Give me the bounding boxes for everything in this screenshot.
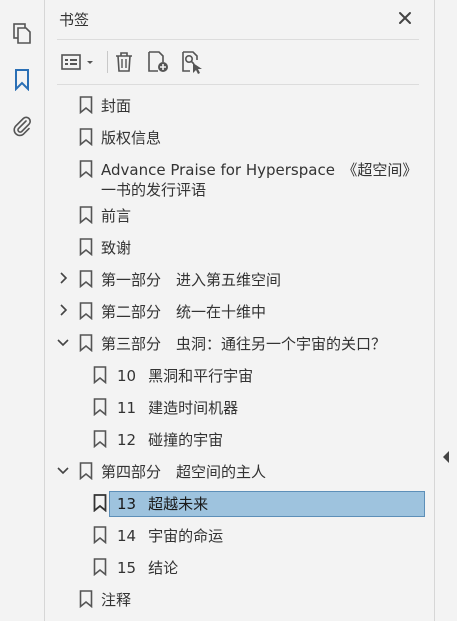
expand-toggle[interactable] [56,271,70,285]
panel-collapse-strip[interactable] [434,0,457,621]
bookmark-icon [15,69,29,91]
chapter-number: 14 [117,527,137,545]
bookmarks-window: 书签 封面 版权信息 Advance Praise for Hyperspace… [0,0,457,621]
bookmark-item[interactable]: 第一部分 进入第五维空间 [45,266,434,298]
collapse-toggle[interactable] [56,335,70,349]
bookmark-item[interactable]: 15 结论 [45,554,434,586]
chapter-number: 12 [117,431,137,449]
trash-icon [116,52,132,72]
bookmarks-panel-button[interactable] [8,66,36,94]
bookmark-item[interactable]: 10 黑洞和平行宇宙 [45,362,434,394]
bookmark-label: 第四部分 超空间的主人 [101,463,267,481]
chapter-number: 13 [117,495,137,513]
bookmark-label: Advance Praise for Hyperspace 《超空间》一书的发行… [101,161,418,199]
bookmark-label: 致谢 [101,239,132,257]
chevron-down-icon [57,339,69,347]
bookmarks-toolbar [59,48,421,76]
bookmark-label: 前言 [101,207,132,225]
bookmark-from-structure-button[interactable] [179,48,205,76]
bookmark-label: 建造时间机器 [148,399,239,417]
bookmark-icon [93,526,107,544]
bookmark-label: 黑洞和平行宇宙 [148,367,254,385]
bookmark-item[interactable]: 前言 [45,202,434,234]
divider [57,84,419,85]
bookmark-icon [79,334,93,352]
pages-panel-button[interactable] [8,20,36,48]
bookmark-item[interactable]: 第四部分 超空间的主人 [45,458,434,490]
bookmark-icon [79,238,93,256]
toolbar-divider [107,51,108,73]
bookmark-icon [79,96,93,114]
bookmark-icon [79,206,93,224]
bookmark-item[interactable]: 封面 [45,92,434,124]
close-panel-button[interactable] [395,8,415,28]
pages-icon [13,23,31,44]
bookmark-item[interactable]: 11 建造时间机器 [45,394,434,426]
bookmark-label: 版权信息 [101,129,162,147]
bookmark-icon [93,430,107,448]
attachment-icon [13,116,31,137]
bookmark-item[interactable]: 12 碰撞的宇宙 [45,426,434,458]
bookmarks-panel: 书签 封面 版权信息 Advance Praise for Hyperspace… [45,0,434,621]
new-bookmark-icon [148,51,168,72]
bookmark-icon [79,462,93,480]
collapse-arrow-icon[interactable] [441,450,451,464]
chapter-number: 11 [117,399,137,417]
bookmark-label: 第一部分 进入第五维空间 [101,271,282,289]
bookmark-label: 注释 [101,591,132,609]
chevron-right-icon [60,304,68,316]
bookmark-label: 碰撞的宇宙 [148,431,224,449]
bookmark-item[interactable]: 第二部分 统一在十维中 [45,298,434,330]
bookmark-item-selected[interactable]: 13 超越未来 [45,490,434,522]
new-bookmark-button[interactable] [145,48,171,76]
bookmark-icon [93,494,107,512]
panel-title: 书签 [59,11,90,29]
bookmark-label: 第二部分 统一在十维中 [101,303,267,321]
bookmark-search-icon [182,51,202,74]
bookmark-item[interactable]: 第三部分 虫洞：通往另一个宇宙的关口？ [45,330,434,362]
chevron-right-icon [60,272,68,284]
bookmark-icon [79,270,93,288]
list-options-icon [61,54,93,70]
bookmark-label: 宇宙的命运 [148,527,224,545]
bookmark-item[interactable]: Advance Praise for Hyperspace 《超空间》一书的发行… [45,156,434,202]
collapse-toggle[interactable] [56,463,70,477]
bookmark-icon [93,366,107,384]
navigation-rail [0,0,45,621]
expand-toggle[interactable] [56,303,70,317]
bookmark-label: 超越未来 [148,495,209,513]
bookmark-item[interactable]: 版权信息 [45,124,434,156]
bookmark-item[interactable]: 致谢 [45,234,434,266]
bookmark-icon [79,590,93,608]
bookmark-label: 结论 [148,559,179,577]
close-icon [399,12,411,24]
bookmark-label: 第三部分 虫洞：通往另一个宇宙的关口？ [101,335,387,353]
bookmark-icon [79,160,93,178]
chapter-number: 10 [117,367,137,385]
options-menu-button[interactable] [59,48,97,76]
bookmark-icon [93,398,107,416]
attachments-panel-button[interactable] [8,112,36,140]
bookmark-item[interactable]: 注释 [45,586,434,618]
bookmark-icon [79,128,93,146]
bookmark-label: 封面 [101,97,132,115]
chapter-number: 15 [117,559,137,577]
chevron-down-icon [57,467,69,475]
bookmark-icon [93,558,107,576]
bookmark-icon [79,302,93,320]
bookmark-item[interactable]: 14 宇宙的命运 [45,522,434,554]
divider [57,39,419,40]
delete-bookmark-button[interactable] [113,48,135,76]
